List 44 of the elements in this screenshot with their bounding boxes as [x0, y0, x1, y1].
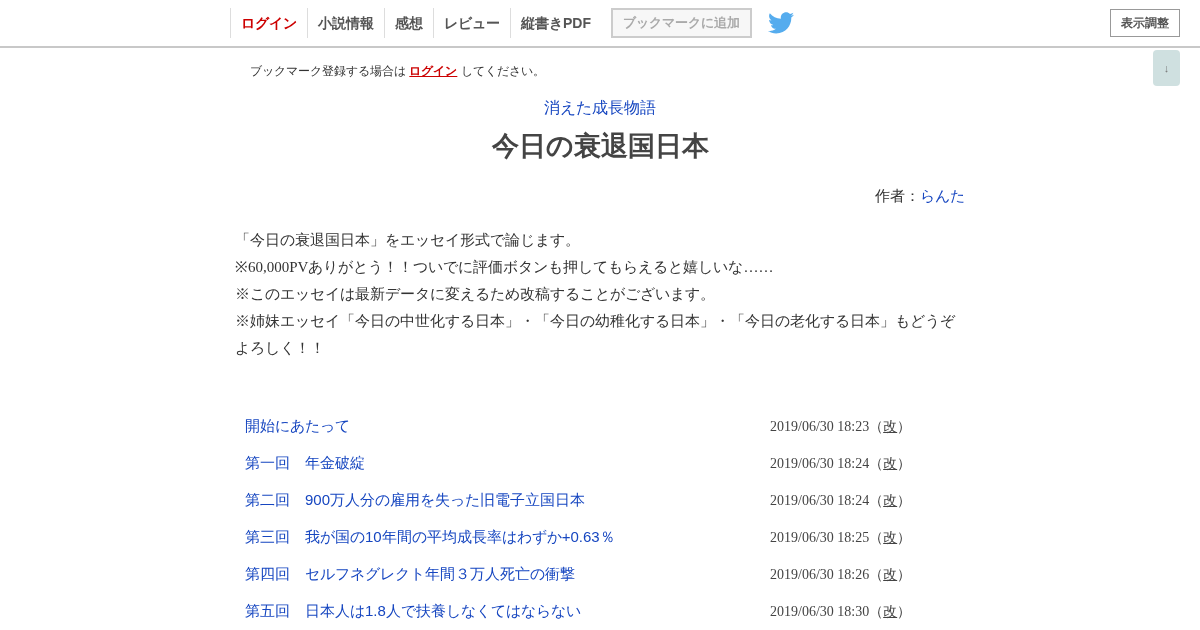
paren: （: [869, 566, 884, 584]
chapter-date: 2019/06/30 18:24: [770, 492, 870, 510]
paren: （: [869, 492, 884, 510]
login-notice: ブックマーク登録する場合は ログイン してください。: [250, 63, 546, 80]
nav-tab[interactable]: 小説情報: [307, 8, 384, 38]
paren: ）: [897, 566, 912, 584]
paren: （: [869, 603, 884, 621]
chapter-date: 2019/06/30 18:30: [770, 603, 870, 621]
nav-tab[interactable]: 感想: [384, 8, 433, 38]
author-link[interactable]: らんた: [920, 184, 965, 207]
revision-link[interactable]: 改: [883, 564, 898, 585]
paren: ）: [897, 529, 912, 547]
chapter-link[interactable]: 第三回 我が国の10年間の平均成長率はわずか+0.63％: [245, 526, 615, 549]
series-title[interactable]: 消えた成長物語: [544, 96, 656, 120]
chapter-link[interactable]: 第五回 日本人は1.8人で扶養しなくてはならない: [245, 600, 581, 623]
nav-tab[interactable]: 縦書きPDF: [510, 8, 601, 38]
revision-link[interactable]: 改: [883, 601, 898, 622]
revision-link[interactable]: 改: [883, 527, 898, 548]
chapter-link[interactable]: 第一回 年金破綻: [245, 452, 365, 475]
nav-tab[interactable]: ログイン: [230, 8, 307, 38]
chapter-link[interactable]: 第二回 900万人分の雇用を失った旧電子立国日本: [245, 489, 586, 512]
paren: （: [869, 529, 884, 547]
novel-title: 今日の衰退国日本: [491, 130, 709, 163]
bird-icon[interactable]: [768, 12, 794, 34]
paren: （: [869, 455, 884, 473]
paren: ）: [897, 492, 912, 510]
chapter-date: 2019/06/30 18:23: [770, 418, 870, 436]
chapter-link[interactable]: 第四回 セルフネグレクト年間３万人死亡の衝撃: [245, 563, 575, 586]
author-label: 作者：: [875, 185, 920, 206]
paren: ）: [897, 455, 912, 473]
login-link[interactable]: ログイン: [409, 64, 458, 78]
revision-link[interactable]: 改: [883, 416, 898, 437]
paren: （: [869, 418, 884, 436]
revision-link[interactable]: 改: [883, 490, 898, 511]
nav-tab[interactable]: レビュー: [433, 8, 510, 38]
chapter-date: 2019/06/30 18:25: [770, 529, 870, 547]
paren: ）: [897, 603, 912, 621]
revision-link[interactable]: 改: [883, 453, 898, 474]
chapter-link[interactable]: 開始にあたって: [245, 415, 350, 438]
display-settings-button[interactable]: 表示調整: [1110, 9, 1180, 37]
synopsis: 「今日の衰退国日本」をエッセイ形式で論じます。 ※60,000PVありがとう！！ついでに評価ボタンも押してもらえると嬉しいな…… ※このエッセイは最新データに変えるため改稿することがございます。 ※姉妹エッセイ「今日の中世化する日本」・「今日の幼稚化する日本」・「今日の老化する日本」もどうぞよろしく！！: [235, 231, 957, 358]
chapter-date: 2019/06/30 18:26: [770, 566, 870, 584]
chapter-date: 2019/06/30 18:24: [770, 455, 870, 473]
paren: ）: [897, 418, 912, 436]
